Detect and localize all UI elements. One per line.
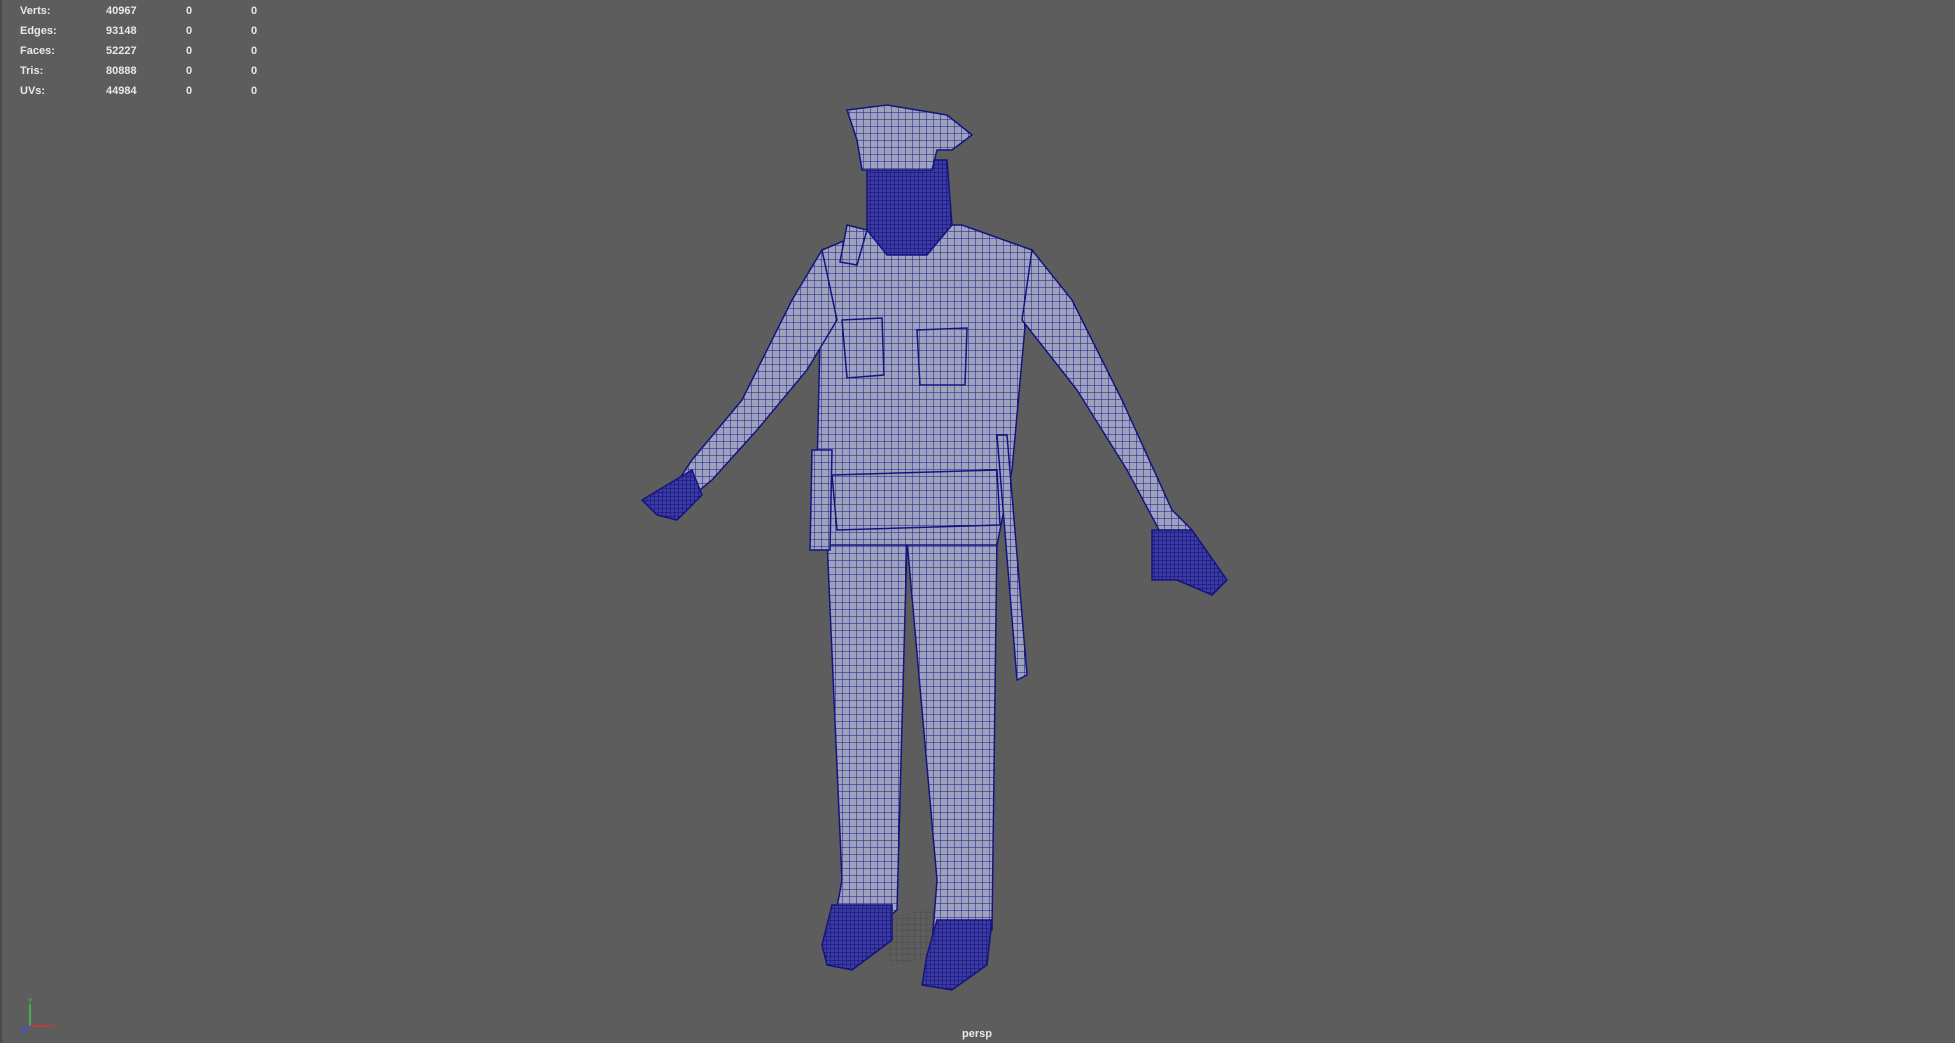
right-leg [906, 534, 998, 951]
axis-y-label: Y [27, 997, 33, 1005]
axis-z-line [24, 1025, 31, 1031]
wireframe-character-model[interactable] [2, 0, 1955, 1043]
axis-x-label: X [51, 1022, 56, 1030]
holster [809, 449, 833, 551]
right-pocket [916, 327, 968, 386]
axis-z-label: Z [20, 1028, 25, 1036]
axis-gizmo: Y X Z [20, 997, 56, 1036]
left-leg [826, 539, 908, 936]
head [866, 159, 953, 256]
police-cap [845, 104, 974, 171]
left-shoe [821, 904, 893, 971]
left-pocket [841, 317, 885, 379]
3d-viewport[interactable]: Verts: 40967 0 0 Edges: 93148 0 0 Faces:… [0, 0, 1955, 1043]
right-arm [1021, 248, 1194, 547]
duty-belt [831, 469, 1001, 531]
right-hand [1151, 529, 1228, 596]
left-hand [640, 468, 703, 521]
camera-name-label: persp [962, 1028, 992, 1040]
